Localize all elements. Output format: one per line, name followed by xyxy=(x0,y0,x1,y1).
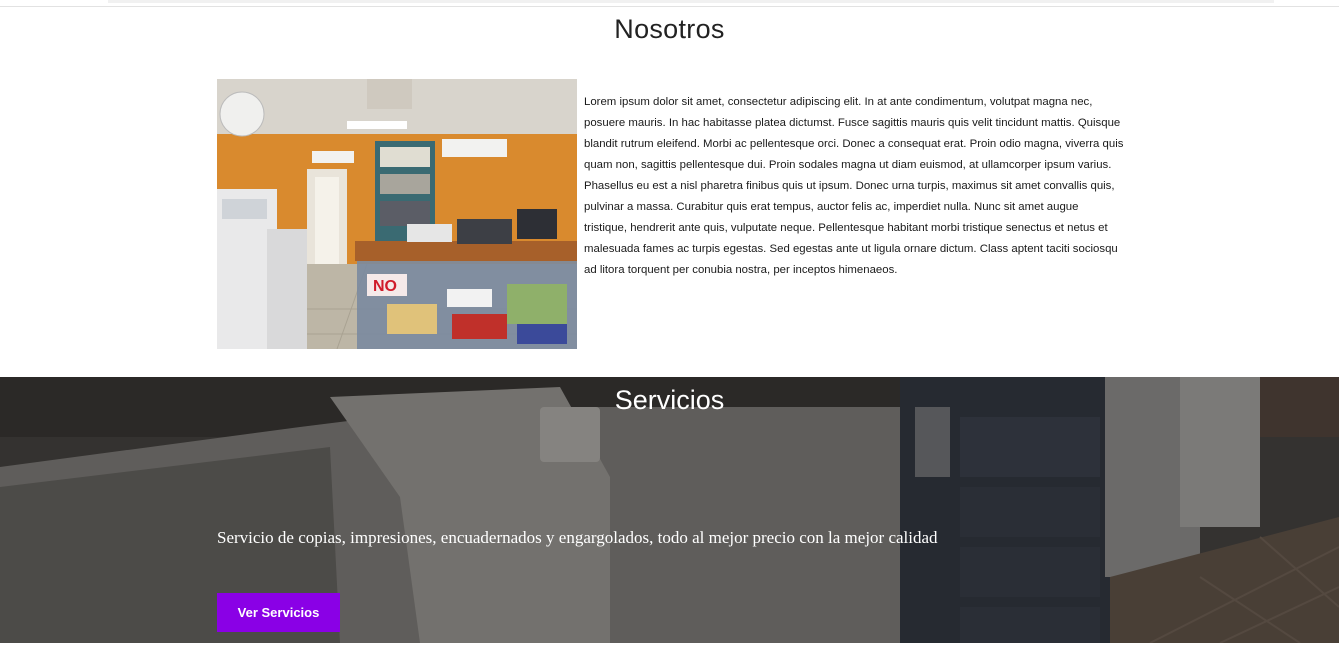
services-title: Servicios xyxy=(614,385,725,415)
services-description: Servicio de copias, impresiones, encuade… xyxy=(217,528,938,547)
about-title: Nosotros xyxy=(614,14,725,44)
services-background-photo xyxy=(0,377,1339,643)
svg-text:NO: NO xyxy=(373,278,397,295)
about-paragraph: Lorem ipsum dolor sit amet, consectetur … xyxy=(584,96,1124,276)
view-services-button[interactable]: Ver Servicios xyxy=(217,593,340,632)
about-shop-photo: NO xyxy=(217,79,577,349)
header-bottom-edge xyxy=(108,0,1274,3)
services-section: Servicios Servicio de copias, impresione… xyxy=(0,377,1339,643)
header-divider xyxy=(0,6,1339,7)
